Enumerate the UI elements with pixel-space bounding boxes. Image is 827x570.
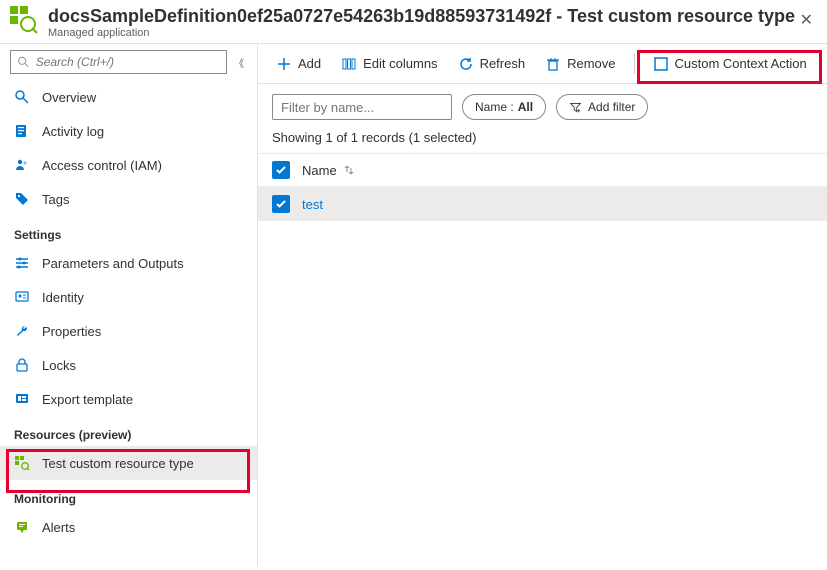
add-filter-button[interactable]: Add filter [556,94,648,120]
sidebar-section-settings: Settings [0,216,257,246]
records-status: Showing 1 of 1 records (1 selected) [258,126,827,153]
sidebar-item-label: Export template [42,392,133,407]
filters-bar: Name : All Add filter [258,84,827,126]
table-row[interactable]: test [258,187,827,221]
identity-icon [14,289,30,305]
properties-icon [14,323,30,339]
sidebar-item-iam[interactable]: Access control (IAM) [0,148,257,182]
activity-log-icon [14,123,30,139]
sidebar-item-locks[interactable]: Locks [0,348,257,382]
refresh-button[interactable]: Refresh [450,49,534,79]
toolbar-label: Remove [567,56,615,71]
search-icon [17,55,30,69]
collapse-sidebar-button[interactable]: 《 [231,55,247,70]
checkmark-icon [275,164,287,176]
sidebar-item-label: Access control (IAM) [42,158,162,173]
page-title: docsSampleDefinition0ef25a0727e54263b19d… [48,6,796,27]
pill-value: All [518,100,533,114]
pill-label: Add filter [588,100,635,114]
sidebar: 《 Overview Activity log Access control (… [0,44,258,566]
sidebar-item-label: Properties [42,324,101,339]
sidebar-item-label: Identity [42,290,84,305]
select-all-checkbox[interactable] [272,161,290,179]
sidebar-item-properties[interactable]: Properties [0,314,257,348]
sidebar-item-label: Alerts [42,520,75,535]
columns-icon [341,56,357,72]
sidebar-item-tags[interactable]: Tags [0,182,257,216]
tags-icon [14,191,30,207]
toolbar: Add Edit columns Refresh Remove Custom C… [258,44,827,84]
sidebar-item-label: Activity log [42,124,104,139]
filter-by-name-input[interactable] [272,94,452,120]
toolbar-label: Refresh [480,56,526,71]
sidebar-item-alerts[interactable]: Alerts [0,510,257,544]
add-button[interactable]: Add [268,49,329,79]
column-label: Name [302,163,337,178]
sidebar-search[interactable] [10,50,227,74]
name-column-header[interactable]: Name [302,163,355,178]
edit-columns-button[interactable]: Edit columns [333,49,445,79]
pill-prefix: Name : [475,100,514,114]
sidebar-item-label: Parameters and Outputs [42,256,184,271]
toolbar-label: Custom Context Action [675,56,807,71]
close-button[interactable]: ✕ [796,6,817,34]
export-template-icon [14,391,30,407]
toolbar-label: Edit columns [363,56,437,71]
sidebar-item-export-template[interactable]: Export template [0,382,257,416]
table-header: Name [258,153,827,187]
name-filter-pill[interactable]: Name : All [462,94,546,120]
page-subtitle: Managed application [48,27,796,39]
sidebar-section-resources: Resources (preview) [0,416,257,446]
sidebar-item-label: Tags [42,192,69,207]
overview-icon [14,89,30,105]
sidebar-item-label: Test custom resource type [42,456,194,471]
search-input[interactable] [36,55,220,69]
toolbar-separator [634,54,635,74]
checkmark-icon [275,198,287,210]
toolbar-label: Add [298,56,321,71]
sidebar-item-activity-log[interactable]: Activity log [0,114,257,148]
sidebar-item-label: Overview [42,90,96,105]
sort-icon [343,164,355,176]
custom-context-action-button[interactable]: Custom Context Action [645,49,815,79]
page-header: docsSampleDefinition0ef25a0727e54263b19d… [0,0,827,44]
remove-button[interactable]: Remove [537,49,623,79]
sidebar-item-label: Locks [42,358,76,373]
row-name-link[interactable]: test [302,197,323,212]
row-checkbox[interactable] [272,195,290,213]
custom-action-icon [653,56,669,72]
parameters-icon [14,255,30,271]
locks-icon [14,357,30,373]
alerts-icon [14,519,30,535]
sidebar-item-parameters[interactable]: Parameters and Outputs [0,246,257,280]
sidebar-item-overview[interactable]: Overview [0,80,257,114]
trash-icon [545,56,561,72]
app-icon [10,6,38,34]
sidebar-item-identity[interactable]: Identity [0,280,257,314]
custom-resource-icon [14,455,30,471]
main-content: Add Edit columns Refresh Remove Custom C… [258,44,827,566]
sidebar-item-test-custom-resource[interactable]: Test custom resource type [0,446,257,480]
plus-icon [276,56,292,72]
iam-icon [14,157,30,173]
refresh-icon [458,56,474,72]
sidebar-section-monitoring: Monitoring [0,480,257,510]
add-filter-icon [569,101,582,114]
